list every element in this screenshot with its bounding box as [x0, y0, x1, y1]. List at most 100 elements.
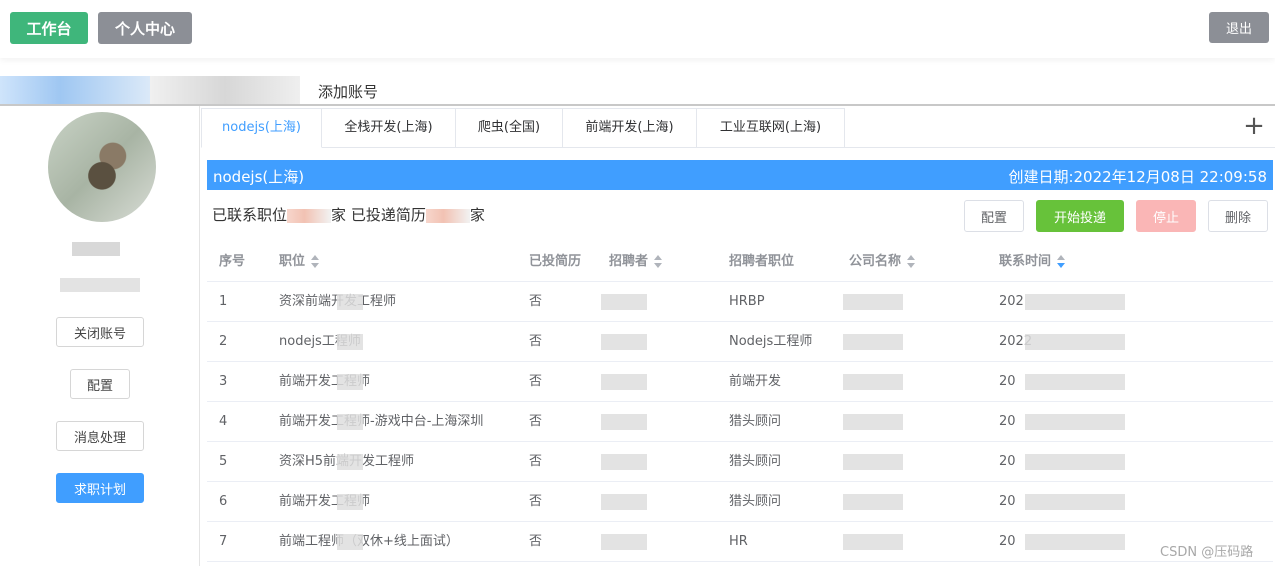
plan-title: nodejs(上海) [213, 168, 305, 186]
table-row[interactable]: 2 nodejs工程师否 Nodejs工程师 2022 [207, 322, 1273, 362]
header-company[interactable]: 公司名称 [849, 242, 916, 282]
sent-count-redacted [425, 208, 470, 223]
row-index: 2 [219, 334, 228, 349]
row-recruiter-title: HRBP [729, 294, 765, 309]
plan-header: nodejs(上海) 创建日期:2022年12月08日 22:09:58 [207, 160, 1273, 190]
start-delivery-button[interactable]: 开始投递 [1036, 200, 1124, 232]
table-row[interactable]: 4 前端开发工程师-游戏中台-上海深圳 否 猎头顾问 20 [207, 402, 1273, 442]
avatar [48, 112, 156, 222]
redacted-block [601, 494, 647, 510]
redacted-block [601, 414, 647, 430]
row-recruiter-title: 猎头顾问 [729, 414, 782, 429]
plus-icon[interactable]: + [1241, 113, 1267, 140]
top-bar: 工作台 个人中心 退出 [0, 0, 1275, 58]
redacted-block [601, 294, 647, 310]
tab-crawler-national[interactable]: 爬虫(全国) [456, 108, 563, 148]
sort-icon[interactable] [311, 254, 320, 269]
redacted-block [601, 454, 647, 470]
plan-config-button[interactable]: 配置 [964, 200, 1024, 232]
watermark: CSDN @压码路 [1160, 545, 1254, 560]
row-recruiter-title: 猎头顾问 [729, 494, 782, 509]
message-handling-button[interactable]: 消息处理 [56, 421, 144, 451]
account-info-redacted [60, 278, 140, 292]
sort-icon[interactable] [907, 254, 916, 269]
header-recruiter[interactable]: 招聘者 [609, 242, 663, 282]
redacted-block [843, 294, 903, 310]
contacted-unit: 家 [331, 206, 347, 224]
header-recruiter-label: 招聘者 [609, 254, 649, 269]
plan-summary: 已联系职位家 已投递简历家 [212, 204, 485, 225]
redacted-block [1025, 294, 1125, 310]
redacted-block [337, 294, 363, 310]
table-row[interactable]: 7 前端工程师（双休+线上面试） 否 HR 20 [207, 522, 1273, 562]
account-tab-active[interactable] [0, 76, 150, 104]
add-account-link[interactable]: 添加账号 [318, 81, 378, 102]
table-row[interactable]: 5资深H5前端开发工程师否猎头顾问20 [207, 442, 1273, 482]
redacted-block [843, 534, 903, 550]
row-sent: 否 [529, 294, 543, 309]
table-row[interactable]: 1资深前端开发工程师否HRBP202 [207, 282, 1273, 322]
tab-nodejs-shanghai[interactable]: nodejs(上海) [201, 108, 322, 148]
row-contact-time: 20 [999, 494, 1016, 509]
close-account-button[interactable]: 关闭账号 [56, 317, 144, 347]
redacted-block [843, 374, 903, 390]
sort-icon[interactable] [654, 254, 663, 269]
row-recruiter-title: HR [729, 534, 748, 549]
header-company-label: 公司名称 [849, 254, 902, 269]
row-index: 4 [219, 414, 228, 429]
redacted-block [337, 454, 363, 470]
redacted-block [601, 374, 647, 390]
row-position: 前端工程师（双休+线上面试） [279, 534, 459, 549]
row-index: 6 [219, 494, 228, 509]
redacted-block [337, 374, 363, 390]
contacted-count-redacted [287, 208, 332, 223]
redacted-block [337, 414, 363, 430]
redacted-block [843, 334, 903, 350]
row-sent: 否 [529, 334, 543, 349]
row-sent: 否 [529, 534, 543, 549]
table-row[interactable]: 6 前端开发工程师否猎头顾问 20 [207, 482, 1273, 522]
redacted-block [1025, 414, 1125, 430]
stop-button[interactable]: 停止 [1136, 200, 1196, 232]
header-index: 序号 [219, 254, 246, 269]
personal-center-button[interactable]: 个人中心 [98, 12, 192, 44]
job-plan-button[interactable]: 求职计划 [56, 473, 144, 503]
header-recruiter-title: 招聘者职位 [729, 254, 795, 269]
row-index: 1 [219, 294, 228, 309]
redacted-block [1025, 494, 1125, 510]
redacted-block [337, 494, 363, 510]
account-tabs: 添加账号 [0, 72, 1275, 106]
row-sent: 否 [529, 494, 543, 509]
workbench-button[interactable]: 工作台 [10, 12, 88, 44]
row-recruiter-title: Nodejs工程师 [729, 334, 813, 349]
redacted-block [843, 454, 903, 470]
row-contact-time: 20 [999, 454, 1016, 469]
redacted-block [601, 534, 647, 550]
sidebar: 关闭账号 配置 消息处理 求职计划 [0, 106, 200, 566]
sort-desc-icon[interactable] [1057, 254, 1066, 269]
sidebar-config-button[interactable]: 配置 [70, 369, 130, 399]
row-sent: 否 [529, 374, 543, 389]
tab-fullstack-shanghai[interactable]: 全栈开发(上海) [322, 108, 456, 148]
redacted-block [337, 534, 363, 550]
redacted-block [337, 334, 363, 350]
header-contact-time[interactable]: 联系时间 [999, 242, 1066, 282]
delete-button[interactable]: 删除 [1208, 200, 1268, 232]
account-tab[interactable] [150, 76, 300, 104]
tab-frontend-shanghai[interactable]: 前端开发(上海) [563, 108, 697, 148]
row-position: 前端开发工程师-游戏中台-上海深圳 [279, 414, 484, 429]
header-contact-time-label: 联系时间 [999, 254, 1052, 269]
row-sent: 否 [529, 414, 543, 429]
header-sent: 已投简历 [529, 254, 582, 269]
tab-industrial-internet-shanghai[interactable]: 工业互联网(上海) [697, 108, 845, 148]
logout-button[interactable]: 退出 [1209, 12, 1269, 43]
table-row[interactable]: 3 前端开发工程师否前端开发 20 [207, 362, 1273, 402]
header-position[interactable]: 职位 [279, 242, 320, 282]
row-contact-time: 202 [999, 294, 1024, 309]
row-index: 7 [219, 534, 228, 549]
sent-unit: 家 [469, 206, 485, 224]
redacted-block [1025, 454, 1125, 470]
plan-created-date: 创建日期:2022年12月08日 22:09:58 [1008, 168, 1267, 186]
contacted-label: 已联系职位 [212, 206, 288, 224]
header-position-label: 职位 [279, 254, 306, 269]
